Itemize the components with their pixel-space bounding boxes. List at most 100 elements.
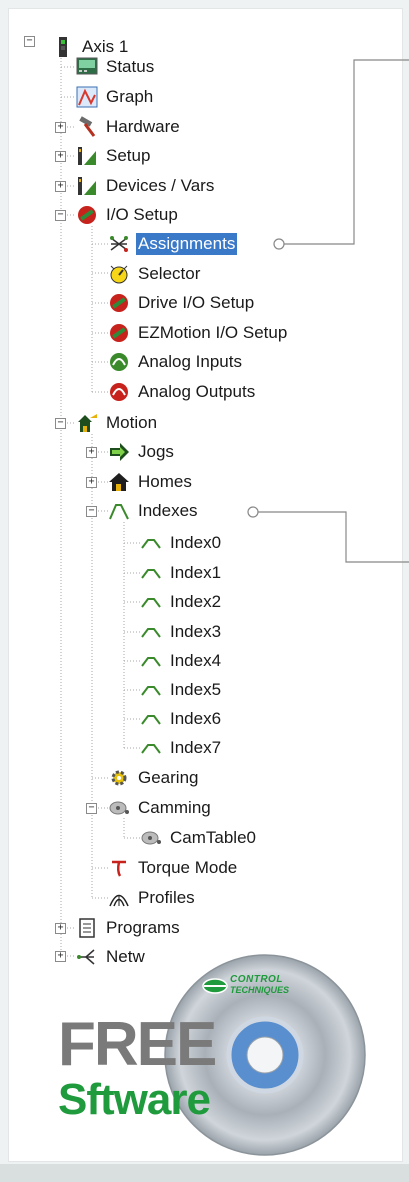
torque-icon	[108, 857, 130, 879]
tree-node-status[interactable]: Status	[76, 54, 156, 80]
tree-node-index[interactable]: Index0	[140, 530, 223, 556]
index-profile-icon	[140, 679, 162, 701]
tree-node-label: Homes	[138, 472, 192, 491]
tree-node-label: Selector	[138, 264, 201, 283]
index-profile-icon	[140, 591, 162, 613]
arrow-icon	[108, 441, 130, 463]
tree-node-label: CamTable0	[170, 828, 256, 847]
cam-icon	[108, 797, 130, 819]
tree-node-label: Torque Mode	[138, 858, 238, 877]
cam-icon	[140, 827, 162, 849]
tree-node-index[interactable]: Index5	[140, 677, 223, 703]
tree-node-profiles[interactable]: Profiles	[108, 885, 197, 911]
tree-node-jogs[interactable]: Jogs	[108, 439, 176, 465]
analog-icon	[108, 351, 130, 373]
tree-node-drive-io-setup[interactable]: Drive I/O Setup	[108, 290, 256, 316]
tree-node-analog-inputs[interactable]: Analog Inputs	[108, 349, 244, 375]
tree-node-label: EZMotion I/O Setup	[138, 323, 288, 342]
tree-node-setup[interactable]: Setup	[76, 143, 152, 169]
tree-node-label: Gearing	[138, 768, 199, 787]
tree-node-label: Index7	[170, 738, 222, 757]
collapse-camming-toggle[interactable]: −	[86, 803, 97, 814]
tree-node-label: Analog Inputs	[138, 352, 242, 371]
tree-node-selector[interactable]: Selector	[108, 261, 202, 287]
setup-icon	[76, 175, 98, 197]
status-monitor-icon	[76, 56, 98, 78]
tree-node-gearing[interactable]: Gearing	[108, 765, 200, 791]
tree-node-label: Analog Outputs	[138, 382, 256, 401]
tree-node-label: Netw	[106, 947, 145, 966]
tree-node-homes[interactable]: Homes	[108, 469, 194, 495]
tree-node-label: Graph	[106, 87, 154, 106]
tree-node-motion[interactable]: Motion	[76, 410, 159, 436]
index-profile-icon	[140, 650, 162, 672]
io-icon	[108, 292, 130, 314]
tree-node-label: Index6	[170, 709, 222, 728]
tree-node-programs[interactable]: Programs	[76, 915, 182, 941]
expand-devices-toggle[interactable]: +	[55, 181, 66, 192]
home-icon	[108, 471, 130, 493]
selector-icon	[108, 263, 130, 285]
expand-hardware-toggle[interactable]: +	[55, 122, 66, 133]
motion-icon	[76, 412, 98, 434]
tree-node-devices-vars[interactable]: Devices / Vars	[76, 173, 216, 199]
tree-node-index[interactable]: Index2	[140, 589, 223, 615]
tree-node-label: Jogs	[138, 442, 174, 461]
tree-node-label: Camming	[138, 798, 211, 817]
collapse-indexes-toggle[interactable]: −	[86, 506, 97, 517]
axis-icon	[52, 36, 74, 58]
gear-icon	[108, 767, 130, 789]
tree-node-label: I/O Setup	[106, 205, 178, 224]
expand-programs-toggle[interactable]: +	[55, 923, 66, 934]
tree-node-index[interactable]: Index1	[140, 560, 223, 586]
tree-node-index[interactable]: Index3	[140, 619, 223, 645]
tree-node-index[interactable]: Index7	[140, 735, 223, 761]
io-icon	[108, 322, 130, 344]
tree-node-label: Hardware	[106, 117, 180, 136]
tree-node-analog-outputs[interactable]: Analog Outputs	[108, 379, 257, 405]
tree-node-label: Index4	[170, 651, 222, 670]
tree-node-label: Index5	[170, 680, 222, 699]
tree-node-label: Index3	[170, 622, 222, 641]
tree-node-io-setup[interactable]: I/O Setup	[76, 202, 180, 228]
tree-node-indexes[interactable]: Indexes	[108, 498, 200, 524]
tree-node-label: Index0	[170, 533, 222, 552]
expand-homes-toggle[interactable]: +	[86, 477, 97, 488]
tree-node-label: Programs	[106, 918, 180, 937]
expand-network-toggle[interactable]: +	[55, 951, 66, 962]
tree-node-label: Profiles	[138, 888, 195, 907]
tree-node-torque-mode[interactable]: Torque Mode	[108, 855, 239, 881]
graph-icon	[76, 86, 98, 108]
tree-node-label: Drive I/O Setup	[138, 293, 255, 312]
collapse-io-toggle[interactable]: −	[55, 210, 66, 221]
tree-node-label: Devices / Vars	[106, 176, 215, 195]
index-profile-icon	[140, 532, 162, 554]
expand-setup-toggle[interactable]: +	[55, 151, 66, 162]
tree-node-network[interactable]: Netw	[76, 944, 147, 970]
tree-node-graph[interactable]: Graph	[76, 84, 155, 110]
io-icon	[76, 204, 98, 226]
profiles-icon	[108, 887, 130, 909]
tree-node-label: Status	[106, 57, 155, 76]
tree-node-label: Index1	[170, 563, 222, 582]
network-icon	[76, 946, 98, 968]
tree-node-camtable[interactable]: CamTable0	[140, 825, 258, 851]
setup-icon	[76, 145, 98, 167]
tree-node-ezmotion-io-setup[interactable]: EZMotion I/O Setup	[108, 320, 289, 346]
analog-icon	[108, 381, 130, 403]
tree-node-index[interactable]: Index6	[140, 706, 223, 732]
collapse-motion-toggle[interactable]: −	[55, 418, 66, 429]
index-profile-icon	[140, 621, 162, 643]
index-profile-icon	[140, 708, 162, 730]
tree-node-camming[interactable]: Camming	[108, 795, 213, 821]
tree-node-index[interactable]: Index4	[140, 648, 223, 674]
index-profile-icon	[108, 500, 130, 522]
expand-jogs-toggle[interactable]: +	[86, 447, 97, 458]
tree-node-hardware[interactable]: Hardware	[76, 114, 182, 140]
tree-node-label: Setup	[106, 146, 151, 165]
tree-node-assignments[interactable]: Assignments	[108, 231, 238, 257]
index-profile-icon	[140, 562, 162, 584]
tree-node-label: Assignments	[136, 233, 238, 255]
collapse-root-toggle[interactable]: −	[24, 36, 35, 47]
program-icon	[76, 917, 98, 939]
